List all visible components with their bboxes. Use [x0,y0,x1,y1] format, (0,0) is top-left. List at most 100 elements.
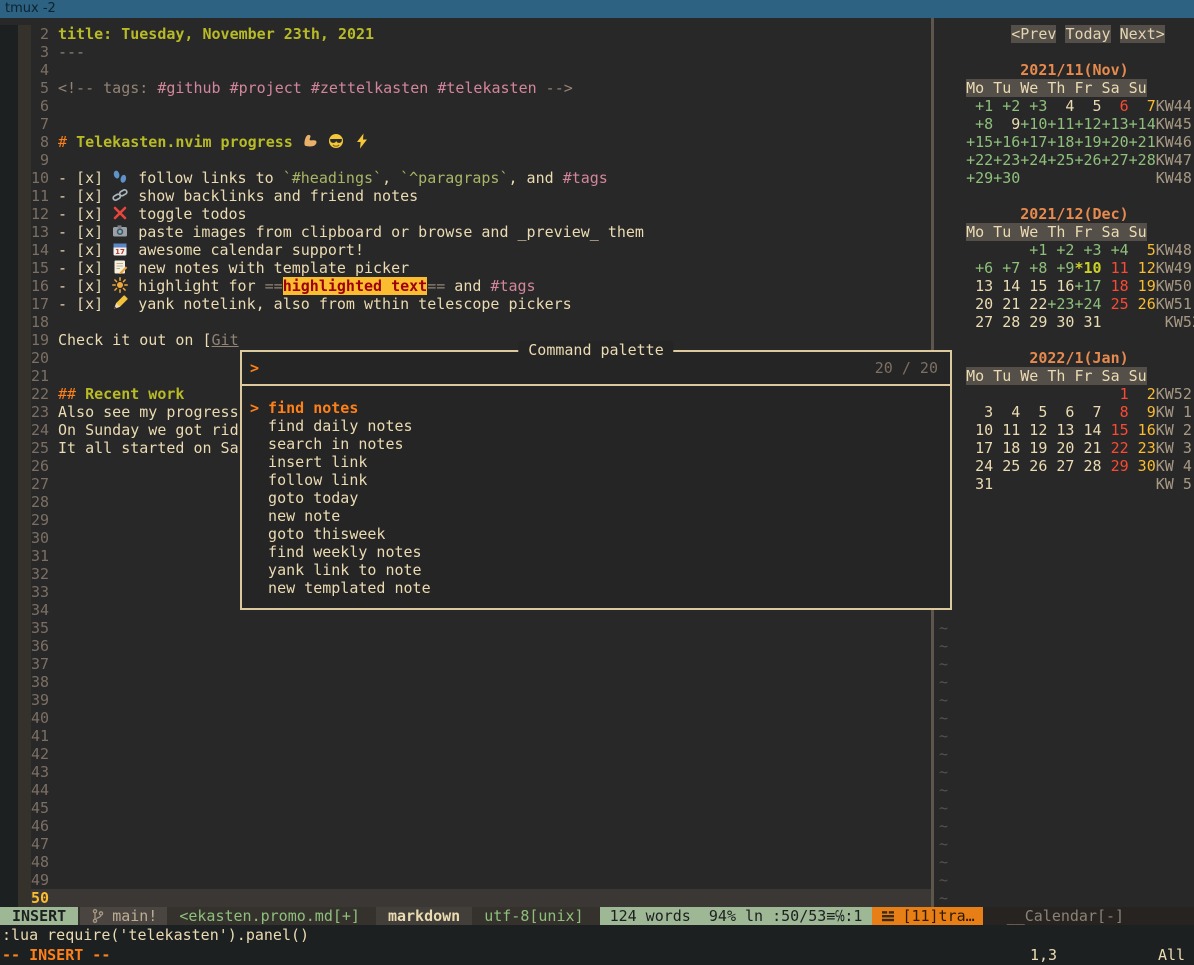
calendar-day[interactable]: 12 [1129,259,1156,277]
buffer-line[interactable]: 15- [x] new notes with template picker [0,259,933,277]
buffer-line[interactable]: 2title: Tuesday, November 23th, 2021 [0,25,933,43]
buffer-line[interactable]: 48 [0,853,933,871]
calendar-day[interactable]: 30 [1129,457,1156,475]
calendar-day[interactable]: 29 [1102,457,1129,475]
calendar-day[interactable]: 25 [993,457,1020,475]
calendar-day[interactable]: 9 [993,115,1020,133]
calendar-day[interactable]: 26 [1020,457,1047,475]
calendar-day[interactable]: 29 [1020,313,1047,331]
palette-item[interactable]: goto today [242,489,950,507]
buffer-line[interactable]: 41 [0,727,933,745]
calendar-day[interactable]: +4 [1102,241,1129,259]
calendar-day[interactable]: +15 [966,133,993,151]
calendar-day[interactable]: +3 [1074,241,1101,259]
calendar-day[interactable]: 13 [966,277,993,295]
calendar-day[interactable]: +25 [1047,151,1074,169]
buffer-line[interactable]: 49 [0,871,933,889]
calendar-day[interactable]: 8 [1102,403,1129,421]
calendar-day[interactable]: 15 [1102,421,1129,439]
calendar-day[interactable]: 31 [1074,313,1101,331]
buffer-line[interactable]: 16- [x] highlight for ==highlighted text… [0,277,933,295]
calendar-day[interactable]: +18 [1047,133,1074,151]
calendar-day[interactable]: 6 [1047,403,1074,421]
calendar-day[interactable]: 5 [1020,403,1047,421]
calendar-day[interactable]: 16 [1129,421,1156,439]
calendar-day[interactable]: 27 [966,313,993,331]
calendar-day[interactable]: +19 [1074,133,1101,151]
calendar-day[interactable]: 12 [1020,421,1047,439]
calendar-day[interactable]: +14 [1129,115,1156,133]
calendar-day[interactable]: 5 [1129,241,1156,259]
calendar-day[interactable]: 11 [1102,259,1129,277]
calendar-day[interactable]: 21 [993,295,1020,313]
buffer-line[interactable]: 35 [0,619,933,637]
calendar-next-button[interactable]: Next> [1120,25,1165,43]
calendar-day[interactable]: 26 [1129,295,1156,313]
buffer-line[interactable]: 36 [0,637,933,655]
buffer-line[interactable]: 46 [0,817,933,835]
calendar-day[interactable]: +22 [966,151,993,169]
calendar-day[interactable]: +17 [1020,133,1047,151]
calendar-day[interactable]: +29 [966,169,993,187]
buffer-line[interactable]: 40 [0,709,933,727]
palette-item[interactable]: follow link [242,471,950,489]
calendar-day[interactable]: +2 [1047,241,1074,259]
calendar-day[interactable]: 27 [1047,457,1074,475]
calendar-day[interactable]: +17 [1074,277,1101,295]
calendar-day[interactable]: 14 [993,277,1020,295]
buffer-line[interactable]: 44 [0,781,933,799]
buffer-line[interactable]: 39 [0,691,933,709]
buffer-line[interactable]: 14- [x] 17 awesome calendar support! [0,241,933,259]
buffer-line[interactable]: 18 [0,313,933,331]
calendar-day[interactable]: 7 [1074,403,1101,421]
calendar-day[interactable]: 9 [1129,403,1156,421]
palette-item[interactable]: > find notes [242,399,950,417]
calendar-day[interactable]: +16 [993,133,1020,151]
calendar-day[interactable]: 20 [1047,439,1074,457]
calendar-day[interactable]: +26 [1074,151,1101,169]
calendar-day[interactable]: +11 [1047,115,1074,133]
buffer-line[interactable]: 12- [x] toggle todos [0,205,933,223]
buffer-line[interactable]: 43 [0,763,933,781]
calendar-day[interactable]: +10 [1020,115,1047,133]
calendar-day[interactable]: 18 [1102,277,1129,295]
buffer-line[interactable]: 10- [x] follow links to `#headings`, `^p… [0,169,933,187]
calendar-day[interactable]: *10 [1074,259,1101,277]
calendar-day[interactable]: 20 [966,295,993,313]
calendar-day[interactable]: +13 [1102,115,1129,133]
calendar-day[interactable]: 16 [1047,277,1074,295]
calendar-day[interactable]: +27 [1102,151,1129,169]
calendar-day[interactable]: 3 [966,403,993,421]
calendar-day[interactable]: 30 [1047,313,1074,331]
calendar-day[interactable]: 4 [993,403,1020,421]
calendar-day[interactable]: +28 [1129,151,1156,169]
calendar-day[interactable]: 6 [1102,97,1129,115]
calendar-day[interactable]: 4 [1047,97,1074,115]
calendar-day[interactable]: 24 [966,457,993,475]
command-line[interactable]: :lua require('telekasten').panel() [0,925,1194,945]
buffer-line[interactable]: 8# Telekasten.nvim progress [0,133,933,151]
calendar-day[interactable]: +3 [1020,97,1047,115]
calendar-day[interactable]: +9 [1047,259,1074,277]
palette-item[interactable]: search in notes [242,435,950,453]
calendar-day[interactable]: +1 [1020,241,1047,259]
calendar-day[interactable]: +21 [1129,133,1156,151]
calendar-day[interactable]: 15 [1020,277,1047,295]
calendar-day[interactable]: 23 [1129,439,1156,457]
calendar-day[interactable]: 10 [966,421,993,439]
calendar-day[interactable]: +1 [966,97,993,115]
calendar-day[interactable]: 5 [1074,97,1101,115]
calendar-day[interactable]: +23 [1047,295,1074,313]
calendar-day[interactable]: 28 [993,313,1020,331]
calendar-day[interactable]: 19 [1020,439,1047,457]
buffer-line[interactable]: 3--- [0,43,933,61]
calendar-prev-button[interactable]: <Prev [1011,25,1056,43]
buffer-line[interactable]: 7 [0,115,933,133]
calendar-day[interactable]: 11 [993,421,1020,439]
palette-item[interactable]: new templated note [242,579,950,597]
calendar-day[interactable]: +2 [993,97,1020,115]
calendar-day[interactable]: 28 [1074,457,1101,475]
calendar-day[interactable]: 21 [1074,439,1101,457]
palette-item[interactable]: goto thisweek [242,525,950,543]
buffer-line[interactable]: 6 [0,97,933,115]
